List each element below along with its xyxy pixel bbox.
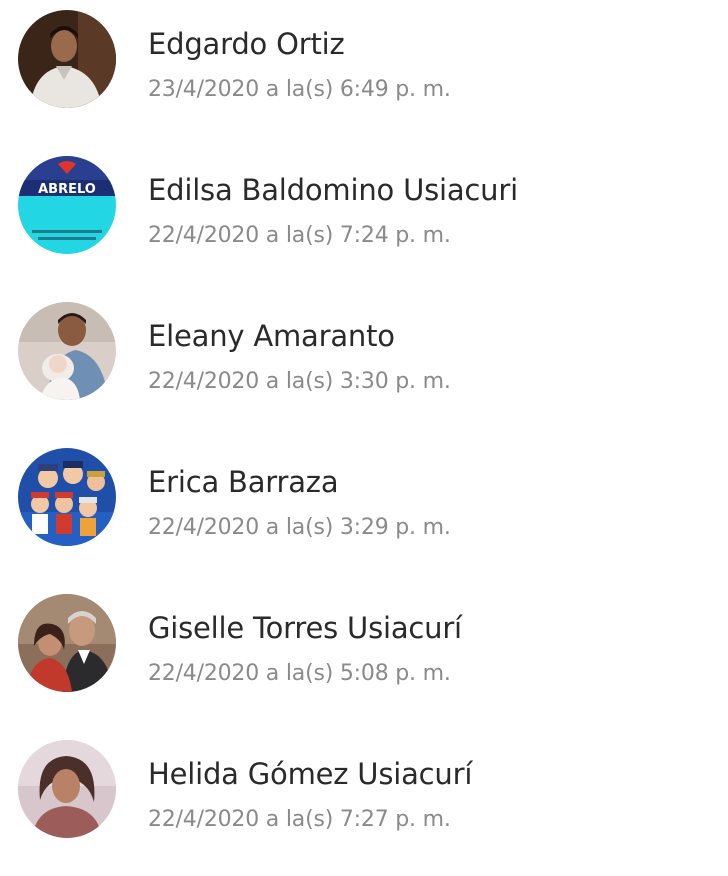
contact-timestamp: 22/4/2020 a la(s) 7:24 p. m. bbox=[148, 223, 451, 248]
contact-timestamp: 22/4/2020 a la(s) 3:30 p. m. bbox=[148, 369, 451, 394]
contact-row-edgardo-ortiz[interactable]: Edgardo Ortiz 23/4/2020 a la(s) 6:49 p. … bbox=[0, 0, 728, 146]
profile-photo-person-with-baby-icon bbox=[18, 302, 116, 400]
contact-row-giselle-torres-usiacuri[interactable]: Giselle Torres Usiacurí 22/4/2020 a la(s… bbox=[0, 584, 728, 730]
avatar[interactable] bbox=[18, 302, 116, 400]
avatar[interactable] bbox=[18, 10, 116, 108]
profile-photo-man-white-shirt-icon bbox=[18, 10, 116, 108]
contact-name: Giselle Torres Usiacurí bbox=[148, 611, 462, 645]
contact-row-edilsa-baldomino-usiacuri[interactable]: ABRELO Edilsa Baldomino Usiacuri 22/4/20… bbox=[0, 146, 728, 292]
contact-timestamp: 22/4/2020 a la(s) 3:29 p. m. bbox=[148, 515, 451, 540]
contact-name: Erica Barraza bbox=[148, 465, 339, 499]
contact-name: Eleany Amaranto bbox=[148, 319, 395, 353]
contact-row-eleany-amaranto[interactable]: Eleany Amaranto 22/4/2020 a la(s) 3:30 p… bbox=[0, 292, 728, 438]
contact-row-helida-gomez-usiacuri[interactable]: Helida Gómez Usiacurí 22/4/2020 a la(s) … bbox=[0, 730, 728, 876]
profile-photo-couple-icon bbox=[18, 594, 116, 692]
contact-row-erica-barraza[interactable]: Erica Barraza 22/4/2020 a la(s) 3:29 p. … bbox=[0, 438, 728, 584]
contact-name: Edgardo Ortiz bbox=[148, 27, 345, 61]
profile-photo-woman-icon bbox=[18, 740, 116, 838]
contact-timestamp: 22/4/2020 a la(s) 5:08 p. m. bbox=[148, 661, 451, 686]
avatar[interactable] bbox=[18, 448, 116, 546]
contact-list: Edgardo Ortiz 23/4/2020 a la(s) 6:49 p. … bbox=[0, 0, 728, 838]
avatar-text: ABRELO bbox=[38, 182, 96, 197]
avatar[interactable]: ABRELO bbox=[18, 156, 116, 254]
contact-name: Edilsa Baldomino Usiacuri bbox=[148, 173, 518, 207]
avatar[interactable] bbox=[18, 740, 116, 838]
avatar[interactable] bbox=[18, 594, 116, 692]
profile-image-cartoon-characters-icon bbox=[18, 448, 116, 546]
profile-image-abrelo-graphic-icon: ABRELO bbox=[18, 156, 116, 254]
contact-name: Helida Gómez Usiacurí bbox=[148, 757, 473, 791]
contact-timestamp: 22/4/2020 a la(s) 7:27 p. m. bbox=[148, 807, 451, 832]
contact-timestamp: 23/4/2020 a la(s) 6:49 p. m. bbox=[148, 77, 451, 102]
